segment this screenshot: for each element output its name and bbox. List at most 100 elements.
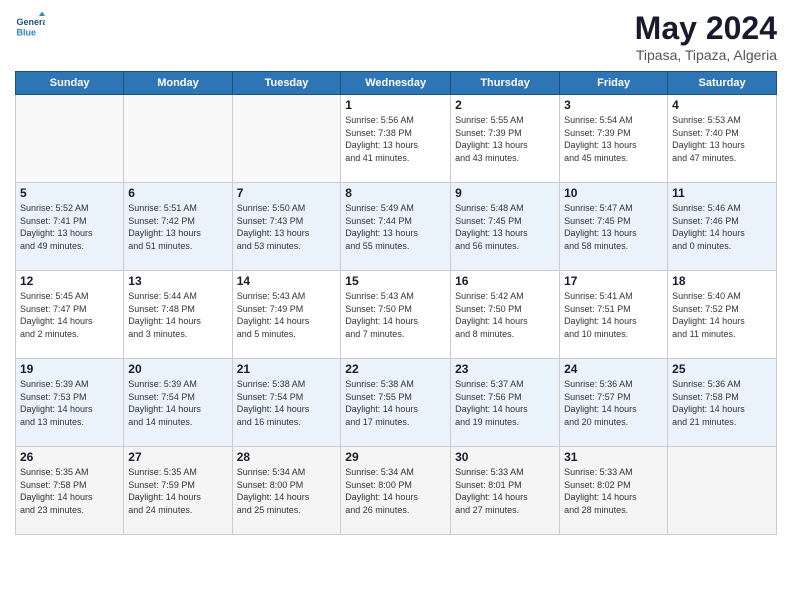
table-row: 10 Sunrise: 5:47 AM Sunset: 7:45 PM Dayli… <box>560 183 668 271</box>
day-info: Sunrise: 5:34 AM Sunset: 8:00 PM Dayligh… <box>237 466 337 516</box>
day-info: Sunrise: 5:38 AM Sunset: 7:54 PM Dayligh… <box>237 378 337 428</box>
table-row: 8Sunrise: 5:49 AM Sunset: 7:44 PM Daylig… <box>341 183 451 271</box>
table-row <box>16 95 124 183</box>
day-number: 31 <box>564 450 663 464</box>
table-row <box>232 95 341 183</box>
day-info: Sunrise: 5:39 AM Sunset: 7:53 PM Dayligh… <box>20 378 119 428</box>
table-row <box>668 447 777 535</box>
day-info: Sunrise: 5:48 AM Sunset: 7:45 PM Dayligh… <box>455 202 555 252</box>
day-info: Sunrise: 5:45 AM Sunset: 7:47 PM Dayligh… <box>20 290 119 340</box>
day-number: 25 <box>672 362 772 376</box>
page-header: General Blue May 2024 Tipasa, Tipaza, Al… <box>15 10 777 63</box>
title-block: May 2024 Tipasa, Tipaza, Algeria <box>635 10 777 63</box>
table-row: 3 Sunrise: 5:54 AM Sunset: 7:39 PM Daylig… <box>560 95 668 183</box>
table-row: 25Sunrise: 5:36 AM Sunset: 7:58 PM Dayli… <box>668 359 777 447</box>
day-number: 20 <box>128 362 227 376</box>
day-number: 21 <box>237 362 337 376</box>
day-number: 24 <box>564 362 663 376</box>
table-row: 16Sunrise: 5:42 AM Sunset: 7:50 PM Dayli… <box>451 271 560 359</box>
table-row: 18Sunrise: 5:40 AM Sunset: 7:52 PM Dayli… <box>668 271 777 359</box>
day-info: Sunrise: 5:35 AM Sunset: 7:59 PM Dayligh… <box>128 466 227 516</box>
location: Tipasa, Tipaza, Algeria <box>635 47 777 63</box>
day-number: 7 <box>237 186 337 200</box>
table-row: 20 Sunrise: 5:39 AM Sunset: 7:54 PM Dayli… <box>124 359 232 447</box>
day-number: 6 <box>128 186 227 200</box>
day-info: Sunrise: 5:51 AM Sunset: 7:42 PM Dayligh… <box>128 202 227 252</box>
svg-text:Blue: Blue <box>17 28 37 38</box>
header-friday: Friday <box>560 72 668 95</box>
day-info: Sunrise: 5:33 AM Sunset: 8:01 PM Dayligh… <box>455 466 555 516</box>
day-info: Sunrise: 5:34 AM Sunset: 8:00 PM Dayligh… <box>345 466 446 516</box>
table-row: 17Sunrise: 5:41 AM Sunset: 7:51 PM Dayli… <box>560 271 668 359</box>
table-row: 30 Sunrise: 5:33 AM Sunset: 8:01 PM Dayli… <box>451 447 560 535</box>
day-number: 17 <box>564 274 663 288</box>
table-row: 31 Sunrise: 5:33 AM Sunset: 8:02 PM Dayli… <box>560 447 668 535</box>
day-info: Sunrise: 5:42 AM Sunset: 7:50 PM Dayligh… <box>455 290 555 340</box>
day-number: 5 <box>20 186 119 200</box>
day-number: 2 <box>455 98 555 112</box>
day-number: 30 <box>455 450 555 464</box>
day-number: 3 <box>564 98 663 112</box>
header-saturday: Saturday <box>668 72 777 95</box>
header-monday: Monday <box>124 72 232 95</box>
day-info: Sunrise: 5:37 AM Sunset: 7:56 PM Dayligh… <box>455 378 555 428</box>
table-row: 27 Sunrise: 5:35 AM Sunset: 7:59 PM Dayli… <box>124 447 232 535</box>
table-row: 2 Sunrise: 5:55 AM Sunset: 7:39 PM Daylig… <box>451 95 560 183</box>
day-number: 29 <box>345 450 446 464</box>
table-row: 23Sunrise: 5:37 AM Sunset: 7:56 PM Dayli… <box>451 359 560 447</box>
month-title: May 2024 <box>635 10 777 47</box>
table-row: 1Sunrise: 5:56 AM Sunset: 7:38 PM Daylig… <box>341 95 451 183</box>
day-number: 26 <box>20 450 119 464</box>
day-info: Sunrise: 5:55 AM Sunset: 7:39 PM Dayligh… <box>455 114 555 164</box>
header-tuesday: Tuesday <box>232 72 341 95</box>
day-number: 19 <box>20 362 119 376</box>
weekday-header-row: Sunday Monday Tuesday Wednesday Thursday… <box>16 72 777 95</box>
day-number: 27 <box>128 450 227 464</box>
day-info: Sunrise: 5:44 AM Sunset: 7:48 PM Dayligh… <box>128 290 227 340</box>
day-number: 1 <box>345 98 446 112</box>
table-row: 9 Sunrise: 5:48 AM Sunset: 7:45 PM Daylig… <box>451 183 560 271</box>
day-info: Sunrise: 5:33 AM Sunset: 8:02 PM Dayligh… <box>564 466 663 516</box>
table-row: 11 Sunrise: 5:46 AM Sunset: 7:46 PM Dayli… <box>668 183 777 271</box>
table-row: 24Sunrise: 5:36 AM Sunset: 7:57 PM Dayli… <box>560 359 668 447</box>
day-number: 12 <box>20 274 119 288</box>
table-row: 29 Sunrise: 5:34 AM Sunset: 8:00 PM Dayli… <box>341 447 451 535</box>
table-row: 7 Sunrise: 5:50 AM Sunset: 7:43 PM Daylig… <box>232 183 341 271</box>
day-info: Sunrise: 5:46 AM Sunset: 7:46 PM Dayligh… <box>672 202 772 252</box>
day-number: 9 <box>455 186 555 200</box>
svg-text:General: General <box>17 17 46 27</box>
day-number: 15 <box>345 274 446 288</box>
calendar-table: Sunday Monday Tuesday Wednesday Thursday… <box>15 71 777 535</box>
day-info: Sunrise: 5:43 AM Sunset: 7:50 PM Dayligh… <box>345 290 446 340</box>
day-number: 11 <box>672 186 772 200</box>
day-number: 28 <box>237 450 337 464</box>
header-thursday: Thursday <box>451 72 560 95</box>
table-row: 12 Sunrise: 5:45 AM Sunset: 7:47 PM Dayli… <box>16 271 124 359</box>
table-row: 4Sunrise: 5:53 AM Sunset: 7:40 PM Daylig… <box>668 95 777 183</box>
day-number: 13 <box>128 274 227 288</box>
day-info: Sunrise: 5:54 AM Sunset: 7:39 PM Dayligh… <box>564 114 663 164</box>
day-info: Sunrise: 5:50 AM Sunset: 7:43 PM Dayligh… <box>237 202 337 252</box>
day-info: Sunrise: 5:39 AM Sunset: 7:54 PM Dayligh… <box>128 378 227 428</box>
table-row: 14Sunrise: 5:43 AM Sunset: 7:49 PM Dayli… <box>232 271 341 359</box>
day-number: 10 <box>564 186 663 200</box>
table-row: 26Sunrise: 5:35 AM Sunset: 7:58 PM Dayli… <box>16 447 124 535</box>
table-row <box>124 95 232 183</box>
day-info: Sunrise: 5:47 AM Sunset: 7:45 PM Dayligh… <box>564 202 663 252</box>
table-row: 21 Sunrise: 5:38 AM Sunset: 7:54 PM Dayli… <box>232 359 341 447</box>
table-row: 6 Sunrise: 5:51 AM Sunset: 7:42 PM Daylig… <box>124 183 232 271</box>
calendar-week-row: 5Sunrise: 5:52 AM Sunset: 7:41 PM Daylig… <box>16 183 777 271</box>
calendar-page: General Blue May 2024 Tipasa, Tipaza, Al… <box>0 0 792 612</box>
day-info: Sunrise: 5:43 AM Sunset: 7:49 PM Dayligh… <box>237 290 337 340</box>
table-row: 22 Sunrise: 5:38 AM Sunset: 7:55 PM Dayli… <box>341 359 451 447</box>
day-info: Sunrise: 5:38 AM Sunset: 7:55 PM Dayligh… <box>345 378 446 428</box>
day-info: Sunrise: 5:40 AM Sunset: 7:52 PM Dayligh… <box>672 290 772 340</box>
calendar-week-row: 19 Sunrise: 5:39 AM Sunset: 7:53 PM Dayli… <box>16 359 777 447</box>
header-sunday: Sunday <box>16 72 124 95</box>
day-info: Sunrise: 5:49 AM Sunset: 7:44 PM Dayligh… <box>345 202 446 252</box>
table-row: 19 Sunrise: 5:39 AM Sunset: 7:53 PM Dayli… <box>16 359 124 447</box>
day-number: 22 <box>345 362 446 376</box>
calendar-week-row: 26Sunrise: 5:35 AM Sunset: 7:58 PM Dayli… <box>16 447 777 535</box>
table-row: 5Sunrise: 5:52 AM Sunset: 7:41 PM Daylig… <box>16 183 124 271</box>
header-wednesday: Wednesday <box>341 72 451 95</box>
